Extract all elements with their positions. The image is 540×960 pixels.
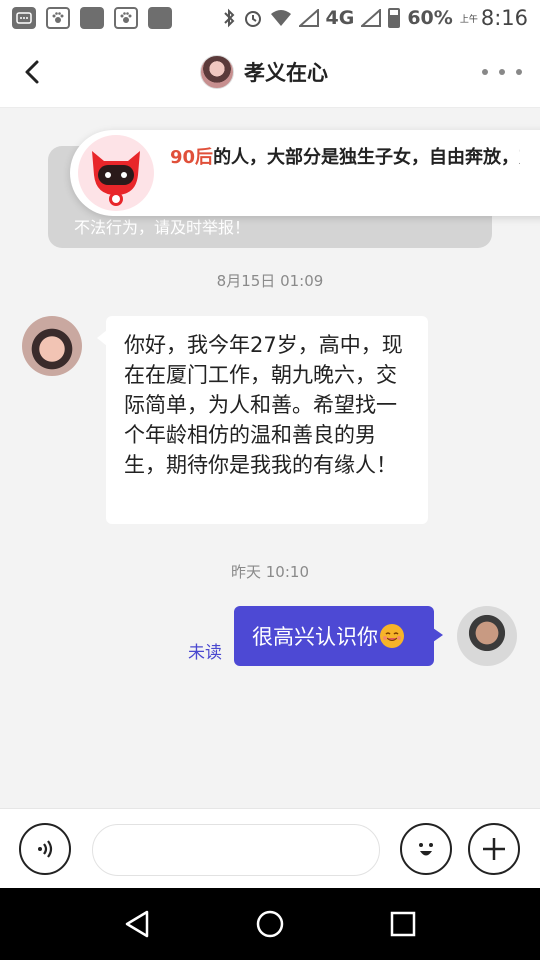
message-input[interactable] — [92, 824, 380, 876]
app-notification-icon-2 — [148, 7, 172, 29]
paw-app-icon — [46, 7, 70, 29]
battery-icon — [388, 8, 401, 28]
navigation-bar — [0, 888, 540, 960]
plus-icon — [483, 838, 505, 860]
alarm-icon — [244, 11, 261, 27]
clock: 上午 8:16 — [460, 6, 528, 30]
emoji-button[interactable] — [400, 823, 452, 875]
mascot-icon — [78, 135, 154, 211]
battery-percent: 60% — [407, 7, 453, 29]
incoming-message-text: 你好，我今年27岁，高中，现在在厦门工作，朝九晚六，交际简单，为人和善。希望找一… — [124, 333, 403, 477]
chat-screen: 4G 60% 上午 8:16 孝义在心 不法行为，请及时举报！ 90后的人，大部… — [0, 0, 540, 960]
smile-emoji-icon — [380, 624, 404, 648]
circle-home-icon — [256, 910, 284, 938]
message-notification-icon — [12, 7, 36, 29]
clock-ampm: 上午 — [459, 14, 478, 25]
voice-button[interactable] — [19, 823, 71, 875]
contact-avatar — [200, 55, 234, 89]
contact-name: 孝义在心 — [244, 61, 328, 85]
add-button[interactable] — [468, 823, 520, 875]
nav-home-button[interactable] — [250, 904, 290, 944]
message-timestamp: 8月15日 01:09 — [216, 272, 324, 290]
system-indicators: 4G 60% 上午 8:16 — [222, 6, 528, 30]
promo-body: 的人，大部分是独生子女，自由奔放，对未来乐观，是很有朝气和希望的... — [213, 147, 520, 168]
emoji-face-icon — [419, 843, 433, 856]
network-type: 4G — [325, 7, 355, 29]
status-bar: 4G 60% 上午 8:16 — [0, 0, 540, 36]
bluetooth-icon — [223, 8, 234, 28]
nav-back-button[interactable] — [117, 904, 157, 944]
warning-text: 不法行为，请及时举报！ — [74, 218, 251, 237]
message-timestamp-2: 昨天 10:10 — [231, 563, 309, 581]
clock-time: 8:16 — [480, 6, 528, 30]
signal-icon-2 — [361, 9, 382, 27]
back-button[interactable] — [14, 54, 50, 90]
voice-icon — [38, 840, 53, 858]
outgoing-message-text: 很高兴认识你 — [252, 625, 378, 649]
promo-text: 90后的人，大部分是独生子女，自由奔放，对未来乐观，是很有朝气和希望的... — [170, 142, 520, 173]
sender-avatar[interactable] — [22, 316, 82, 376]
more-options-button[interactable] — [482, 60, 522, 84]
triangle-back-icon — [125, 910, 148, 938]
more-dot-icon — [482, 69, 488, 75]
my-avatar[interactable] — [457, 606, 517, 666]
more-dot-icon — [516, 69, 522, 75]
nav-recents-button[interactable] — [383, 904, 423, 944]
promo-highlight: 90后 — [170, 147, 214, 168]
incoming-message-bubble[interactable]: 你好，我今年27岁，高中，现在在厦门工作，朝九晚六，交际简单，为人和善。希望找一… — [97, 316, 428, 524]
paw-app-icon-2 — [114, 7, 138, 29]
input-bar — [0, 808, 540, 888]
promo-banner[interactable]: 90后的人，大部分是独生子女，自由奔放，对未来乐观，是很有朝气和希望的... — [70, 130, 540, 216]
app-notification-icon — [80, 7, 104, 29]
square-recents-icon — [391, 911, 416, 937]
notification-icons — [12, 7, 172, 29]
read-status-label: 未读 — [188, 643, 222, 663]
signal-icon — [298, 9, 319, 27]
chat-header: 孝义在心 — [0, 36, 540, 108]
more-dot-icon — [499, 69, 505, 75]
wifi-icon — [270, 10, 291, 26]
outgoing-message-bubble[interactable]: 很高兴认识你 — [234, 606, 443, 666]
contact-info[interactable]: 孝义在心 — [200, 54, 328, 90]
chevron-left-icon — [25, 60, 39, 84]
